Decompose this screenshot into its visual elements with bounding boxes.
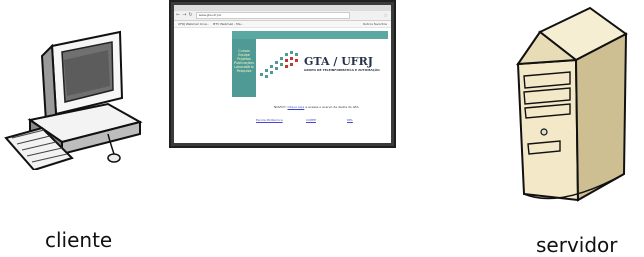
- url-field: www.gta.ufrj.br: [195, 12, 350, 19]
- logo-dots-icon: [260, 51, 298, 78]
- welcome-text: NOVO!!! Clique aqui e acesse o acervo de…: [274, 105, 359, 109]
- back-icon: ←: [176, 12, 181, 18]
- menu-item: Pesquisa: [236, 69, 252, 74]
- reload-icon: ↻: [188, 12, 193, 18]
- footer-link[interactable]: COPPE: [306, 118, 316, 122]
- client-computer-icon: [4, 30, 143, 170]
- bookmark-2: BTV Webmail - Ma...: [213, 21, 244, 26]
- forward-icon: →: [182, 12, 187, 18]
- server-side: [574, 32, 628, 202]
- bookmark-1: UFRJ Webmail Icnw...: [178, 21, 210, 26]
- server-tower-icon: [516, 6, 628, 202]
- browser-window: ← → ↻ www.gta.ufrj.br ☆ UFRJ Webmail Icn…: [174, 5, 391, 143]
- welcome-prefix: NOVO!!!: [274, 105, 287, 109]
- logo-subtitle: GRUPO DE TELEINFORMÁTICA E AUTOMAÇÃO: [304, 68, 380, 72]
- server-label: servidor: [536, 233, 618, 257]
- other-bookmarks: Outros favoritos: [362, 21, 387, 26]
- server-front: [516, 58, 580, 202]
- footer-link[interactable]: Escola Politécnica: [256, 118, 283, 122]
- address-bar: ← → ↻ www.gta.ufrj.br ☆: [174, 11, 391, 21]
- site-logo: GTA / UFRJ GRUPO DE TELEINFORMÁTICA E AU…: [256, 39, 388, 97]
- browser-screenshot: ← → ↻ www.gta.ufrj.br ☆ UFRJ Webmail Icn…: [169, 0, 396, 148]
- welcome-link[interactable]: Clique aqui: [288, 105, 305, 109]
- site-header-bar: [232, 31, 388, 39]
- star-icon: ☆: [383, 12, 388, 19]
- site-menu: Cursos Equipe Projetos Publicações Labor…: [232, 39, 256, 97]
- welcome-suffix: e acesse o acervo de dados do GTA.: [305, 105, 360, 109]
- mouse: [107, 153, 121, 163]
- footer-link[interactable]: DEL: [347, 118, 353, 122]
- bookmarks-bar: UFRJ Webmail Icnw... BTV Webmail - Ma...…: [174, 21, 391, 28]
- client-label: cliente: [45, 228, 113, 252]
- power-button: [540, 128, 548, 136]
- logo-title: GTA / UFRJ: [304, 55, 373, 68]
